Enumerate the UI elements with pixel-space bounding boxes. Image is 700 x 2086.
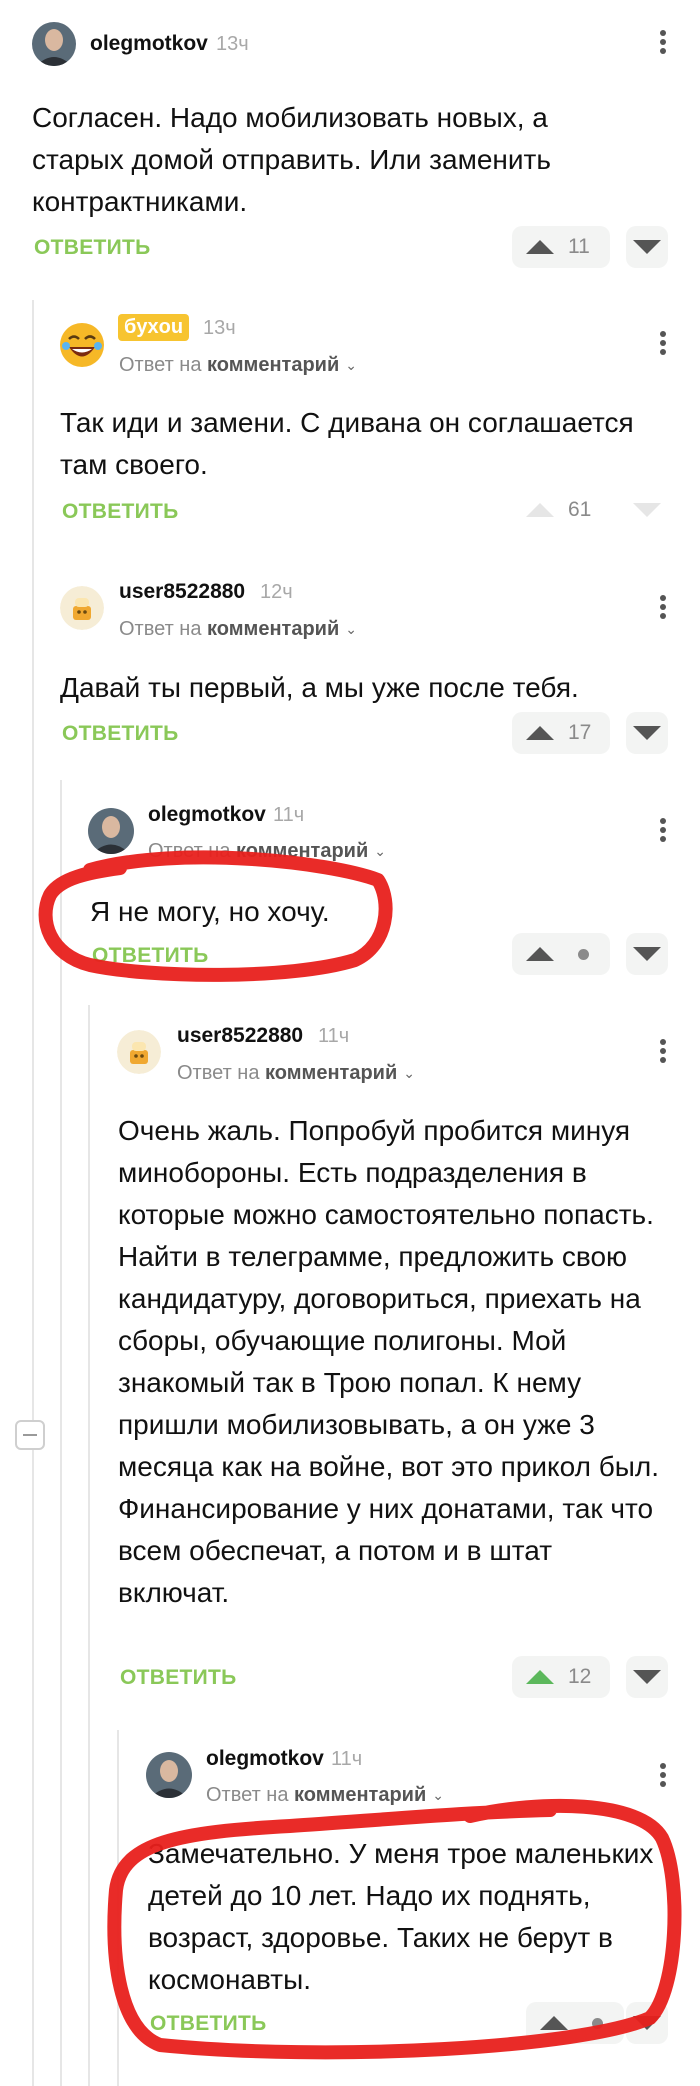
avatar[interactable] <box>32 22 76 66</box>
upvote-button[interactable]: 17 <box>512 712 610 754</box>
rating-count: 11 <box>568 235 590 258</box>
rating-count: 61 <box>568 498 592 521</box>
downvote-button[interactable] <box>626 489 668 531</box>
reply-to-link[interactable]: Ответ на комментарий ⌄ <box>119 354 357 377</box>
arrow-up-icon <box>526 1670 554 1684</box>
reply-button[interactable]: ОТВЕТИТЬ <box>62 500 179 524</box>
arrow-up-icon <box>540 2016 568 2030</box>
reply-to-target[interactable]: комментарий <box>207 354 339 376</box>
comment-text: Я не могу, но хочу. <box>90 896 330 927</box>
arrow-down-icon <box>633 503 661 517</box>
avatar[interactable] <box>88 808 134 854</box>
avatar[interactable] <box>59 322 105 368</box>
reply-to-target[interactable]: комментарий <box>207 618 339 640</box>
arrow-up-icon <box>526 240 554 254</box>
upvote-button[interactable]: 61 <box>512 489 610 531</box>
reply-to-target[interactable]: комментарий <box>236 840 368 862</box>
reply-to-target[interactable]: комментарий <box>294 1784 426 1806</box>
downvote-button[interactable] <box>626 2002 668 2044</box>
timestamp: 11ч <box>318 1025 350 1047</box>
timestamp: 11ч <box>273 804 305 826</box>
arrow-down-icon <box>633 240 661 254</box>
reply-to-prefix: Ответ на <box>177 1062 260 1084</box>
laughing-emoji-icon <box>60 323 104 367</box>
username[interactable]: olegmotkov <box>90 32 208 56</box>
avatar[interactable] <box>60 586 104 630</box>
comment-text: Очень жаль. Попробуй пробится минуя мино… <box>118 1115 659 1608</box>
arrow-up-icon <box>526 503 554 517</box>
more-menu-icon[interactable] <box>658 328 668 358</box>
rating-count: 12 <box>568 1665 592 1688</box>
reply-to-prefix: Ответ на <box>119 354 202 376</box>
chevron-down-icon: ⌄ <box>345 357 357 374</box>
arrow-down-icon <box>633 2016 661 2030</box>
comment-text: Согласен. Надо мобилизовать новых, а ста… <box>32 102 551 217</box>
timestamp: 13ч <box>203 317 236 339</box>
comment-text: Замечательно. У меня трое маленьких дете… <box>148 1838 654 1995</box>
reply-to-target[interactable]: комментарий <box>265 1062 397 1084</box>
upvote-button[interactable] <box>512 933 610 975</box>
hidden-rating-dot <box>578 949 589 960</box>
more-menu-icon[interactable] <box>658 815 668 845</box>
comment-text: Так иди и замени. С дивана он соглашаетс… <box>60 407 634 480</box>
timestamp: 12ч <box>260 581 293 603</box>
downvote-button[interactable] <box>626 1656 668 1698</box>
reply-button[interactable]: ОТВЕТИТЬ <box>120 1666 237 1690</box>
avatar[interactable] <box>117 1030 161 1074</box>
more-menu-icon[interactable] <box>658 1760 668 1790</box>
upvote-button[interactable]: 11 <box>512 226 610 268</box>
downvote-button[interactable] <box>626 933 668 975</box>
thread-line <box>117 1730 119 2086</box>
arrow-down-icon <box>633 947 661 961</box>
username[interactable]: user8522880 <box>177 1024 303 1048</box>
comment-text: Давай ты первый, а мы уже после тебя. <box>60 672 579 703</box>
reply-to-link[interactable]: Ответ на комментарий ⌄ <box>177 1062 415 1085</box>
timestamp: 13ч <box>216 33 249 55</box>
upvote-button[interactable] <box>526 2002 624 2044</box>
hidden-rating-dot <box>592 2018 603 2029</box>
reply-to-link[interactable]: Ответ на комментарий ⌄ <box>206 1784 444 1807</box>
default-avatar-icon <box>117 1030 161 1074</box>
thread-line <box>88 1005 90 2086</box>
avatar[interactable] <box>146 1752 192 1798</box>
chevron-down-icon: ⌄ <box>345 621 357 638</box>
chevron-down-icon: ⌄ <box>432 1787 444 1804</box>
arrow-up-icon <box>526 947 554 961</box>
reply-to-prefix: Ответ на <box>206 1784 289 1806</box>
user-photo-icon <box>146 1752 192 1798</box>
reply-to-prefix: Ответ на <box>119 618 202 640</box>
username[interactable]: olegmotkov <box>148 803 266 827</box>
red-annotation-overlay <box>38 850 682 2060</box>
username[interactable]: olegmotkov <box>206 1747 324 1771</box>
arrow-down-icon <box>633 1670 661 1684</box>
username[interactable]: user8522880 <box>119 580 245 604</box>
timestamp: 11ч <box>331 1748 363 1770</box>
thread-line <box>32 300 34 2086</box>
reply-to-link[interactable]: Ответ на комментарий ⌄ <box>148 840 386 863</box>
reply-button[interactable]: ОТВЕТИТЬ <box>34 236 151 260</box>
username-badge[interactable]: бyxou <box>118 314 190 341</box>
more-menu-icon[interactable] <box>658 1036 668 1066</box>
chevron-down-icon: ⌄ <box>403 1065 415 1082</box>
rating-count: 17 <box>568 721 592 744</box>
reply-button[interactable]: ОТВЕТИТЬ <box>92 944 209 968</box>
reply-button[interactable]: ОТВЕТИТЬ <box>62 722 179 746</box>
arrow-down-icon <box>633 726 661 740</box>
more-menu-icon[interactable] <box>658 27 668 57</box>
thread-line <box>60 780 62 2086</box>
downvote-button[interactable] <box>626 226 668 268</box>
arrow-up-icon <box>526 726 554 740</box>
upvote-button[interactable]: 12 <box>512 1656 610 1698</box>
chevron-down-icon: ⌄ <box>374 843 386 860</box>
reply-to-prefix: Ответ на <box>148 840 231 862</box>
minus-icon <box>23 1434 37 1436</box>
downvote-button[interactable] <box>626 712 668 754</box>
more-menu-icon[interactable] <box>658 592 668 622</box>
reply-button[interactable]: ОТВЕТИТЬ <box>150 2012 267 2036</box>
collapse-thread-button[interactable] <box>15 1420 45 1450</box>
reply-to-link[interactable]: Ответ на комментарий ⌄ <box>119 618 357 641</box>
user-photo-icon <box>32 22 76 66</box>
default-avatar-icon <box>60 586 104 630</box>
user-photo-icon <box>88 808 134 854</box>
